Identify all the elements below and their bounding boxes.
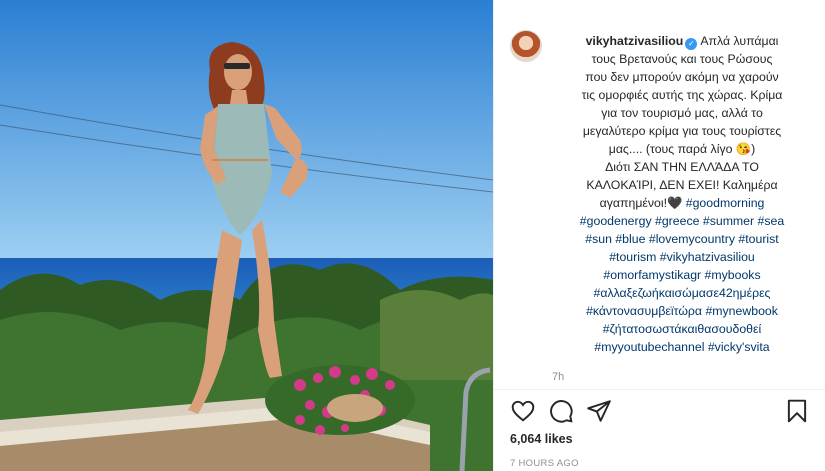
likes-count[interactable]: 6,064 likes [510,432,573,446]
caption-line: για τον τουρισμό μας, αλλά το [601,106,763,120]
hashtag-line[interactable]: #myyoutubechannel #vicky'svita [552,338,812,356]
caption: vikyhatzivasiliou ✓ Απλά λυπάμαι τους Βρετ… [552,32,812,356]
hashtag-line[interactable]: #goodenergy #greece #summer #sea [552,212,812,230]
caption-last-text: αγαπημένοι!🖤 [599,196,686,210]
verified-badge-icon: ✓ [685,38,698,50]
post-side-panel: vikyhatzivasiliou ✓ Απλά λυπάμαι τους Βρετ… [493,0,825,471]
bookmark-icon[interactable] [784,398,810,424]
beach-photo-illustration [0,0,493,471]
share-icon[interactable] [586,398,612,424]
hashtag-line[interactable]: #ζήτατοσωστάκαιθασουδοθεί [552,320,812,338]
hashtag-line[interactable]: #tourism #vikyhatzivasiliou [552,248,812,266]
caption-timestamp[interactable]: 7h [552,371,564,383]
post-timestamp[interactable]: 7 HOURS AGO [510,458,579,469]
username-link[interactable]: vikyhatzivasiliou [586,34,684,48]
hashtag-line[interactable]: #omorfamystikagr #mybooks [552,266,812,284]
hashtag-link[interactable]: #goodmorning [686,196,765,210]
caption-line: μας.... (τους παρά λίγο 😘) [608,142,756,156]
avatar[interactable] [510,30,542,62]
comment-icon[interactable] [548,398,574,424]
caption-first-line: Απλά λυπάμαι [700,34,779,48]
hashtag-line[interactable]: #sun #blue #lovemycountry #tourist [552,230,812,248]
divider [494,389,825,390]
heart-icon[interactable] [510,398,536,424]
caption-line: που δεν μπορούν ακόμη να χαρούν [585,70,779,84]
post-photo[interactable] [0,0,493,471]
caption-line: τους Βρετανούς και τους Ρώσους [591,52,773,66]
caption-line: ΚΑΛΟΚΑΊΡΙ, ΔΕΝ ΕΧΕΙ! Καλημέρα [586,178,778,192]
hashtag-line[interactable]: #κάντονασυμβεϊτώρα #mynewbook [552,302,812,320]
instagram-post: vikyhatzivasiliou ✓ Απλά λυπάμαι τους Βρετ… [0,0,825,471]
caption-line: τις ομορφιές αυτής της χώρας. Κρίμα [581,88,783,102]
hashtag-line[interactable]: #αλλαξεζωήκαισώμασε42ημέρες [552,284,812,302]
caption-line: μεγαλύτερο κρίμα για τους τουρίστες [582,124,782,138]
caption-line: Διότι ΣΑΝ ΤΗΝ ΕΛΛΆΔΑ ΤΟ [605,160,759,174]
action-bar [510,398,810,424]
